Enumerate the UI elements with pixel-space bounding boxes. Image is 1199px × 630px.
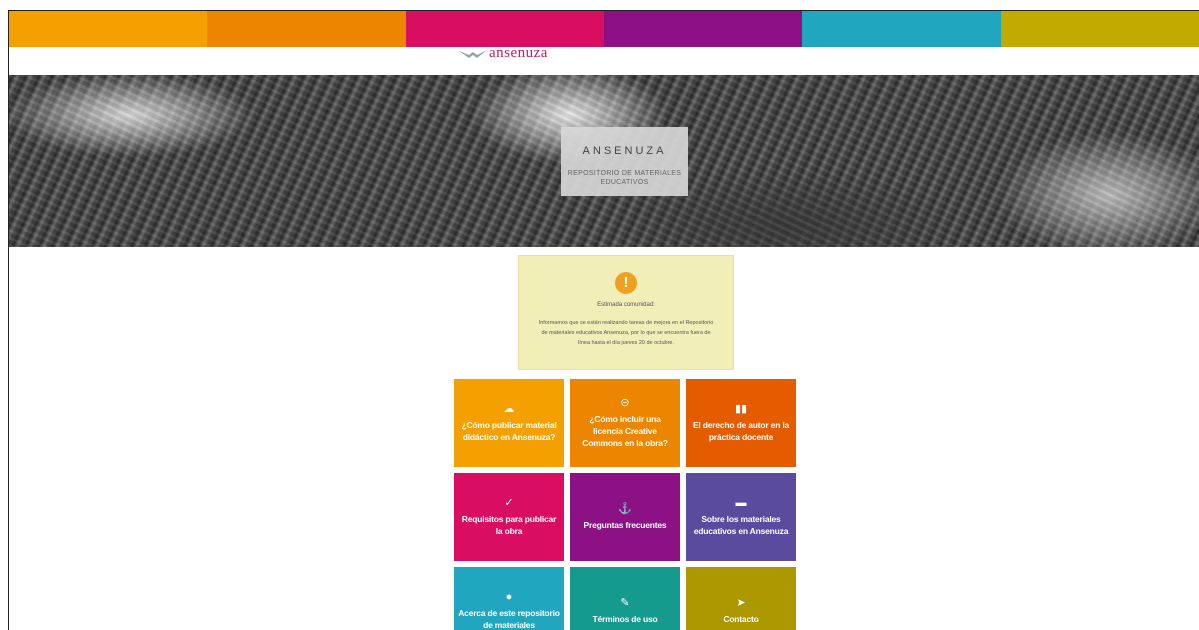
tile-label: Acerca de este repositorio de materiales	[458, 608, 560, 630]
color-stripe-2	[207, 11, 406, 47]
exclamation-icon: !	[615, 272, 637, 294]
book-icon: ▮▮	[734, 403, 748, 415]
hero-title-box: ANSENUZA REPOSITORIO DE MATERIALES EDUCA…	[561, 127, 688, 196]
tile-5[interactable]: ⚓ Preguntas frecuentes	[570, 473, 680, 561]
header: ansenuza	[9, 45, 1199, 75]
color-stripe-5	[802, 11, 1001, 47]
tile-label: ¿Cómo incluir una licencia Creative Comm…	[582, 414, 668, 448]
tile-label: Requisitos para publicar la obra	[461, 514, 557, 536]
notice-body: Informamos que se están realizando tarea…	[529, 318, 723, 348]
tile-label: ¿Cómo publicar material didáctico en Ans…	[461, 420, 557, 442]
tile-7[interactable]: ● Acerca de este repositorio de materiale…	[454, 567, 564, 630]
tile-label: Sobre los materiales educativos en Ansen…	[693, 514, 789, 536]
site-logo[interactable]: ansenuza	[459, 45, 548, 62]
color-stripe-4	[603, 11, 803, 47]
logo-text: ansenuza	[489, 45, 548, 61]
check-circle-icon: ✓	[504, 497, 514, 509]
tile-4[interactable]: ✓ Requisitos para publicar la obra	[454, 473, 564, 561]
pencil-icon: ✎	[620, 597, 630, 609]
bird-icon	[459, 49, 487, 58]
hero-subtitle: REPOSITORIO DE MATERIALES EDUCATIVOS	[561, 169, 688, 187]
archive-icon: ▬	[735, 497, 747, 509]
color-bar	[9, 11, 1199, 47]
hero-banner: ANSENUZA REPOSITORIO DE MATERIALES EDUCA…	[9, 75, 1199, 247]
maintenance-notice: ! Estimada comunidad: Informamos que se …	[518, 255, 734, 370]
hero-subtitle-line2: EDUCATIVOS	[600, 179, 649, 186]
info-tiles-grid: ☁ ¿Cómo publicar material didáctico en An…	[454, 379, 796, 630]
tile-6[interactable]: ▬ Sobre los materiales educativos en Anse…	[686, 473, 796, 561]
color-stripe-6	[1000, 11, 1199, 47]
notice-line2: de materiales educativos Ansenuza, por l…	[541, 330, 711, 336]
tile-label: Contacto	[723, 614, 759, 624]
notice-line3: línea hasta el día jueves 20 de octubre.	[577, 340, 674, 346]
rocket-icon: ➤	[736, 597, 746, 609]
tile-label: El derecho de autor en la práctica docen…	[692, 420, 790, 442]
tile-label: Términos de uso	[592, 614, 658, 624]
cloud-upload-icon: ☁	[503, 403, 515, 415]
creative-commons-icon: ⊝	[620, 397, 630, 409]
tile-label: Preguntas frecuentes	[583, 520, 667, 530]
anchor-icon: ⚓	[618, 503, 632, 515]
color-stripe-1	[9, 11, 208, 47]
notice-line1: Informamos que se están realizando tarea…	[538, 320, 714, 326]
comment-icon: ●	[505, 591, 513, 603]
tile-2[interactable]: ⊝ ¿Cómo incluir una licencia Creative Com…	[570, 379, 680, 467]
tile-1[interactable]: ☁ ¿Cómo publicar material didáctico en An…	[454, 379, 564, 467]
notice-greeting: Estimada comunidad:	[597, 302, 655, 308]
hero-subtitle-line1: REPOSITORIO DE MATERIALES	[567, 170, 682, 177]
tile-3[interactable]: ▮▮ El derecho de autor en la práctica doc…	[686, 379, 796, 467]
hero-title: ANSENUZA	[582, 145, 667, 157]
page-frame: ansenuza ANSENUZA REPOSITORIO DE MATERIA…	[8, 10, 1199, 630]
tile-8[interactable]: ✎ Términos de uso	[570, 567, 680, 630]
color-stripe-3	[405, 11, 604, 47]
tile-9[interactable]: ➤ Contacto	[686, 567, 796, 630]
